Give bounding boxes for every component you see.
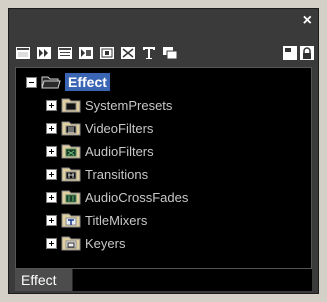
tree-node-label: AudioCrossFades: [85, 189, 189, 205]
expand-icon: [100, 47, 114, 59]
audio-crossfades-icon: [61, 190, 81, 205]
effect-tree[interactable]: Effect SystemPresets VideoFilters AudioF…: [15, 67, 312, 269]
expand-toggle[interactable]: [46, 122, 57, 134]
tree-node-label: Transitions: [85, 166, 149, 182]
tree-node-label: SystemPresets: [85, 97, 173, 113]
transitions-icon: [61, 167, 81, 182]
tree-node-titlemixers[interactable]: TitleMixers: [46, 210, 147, 230]
expand-toggle[interactable]: [46, 99, 57, 111]
tree-node-keyers[interactable]: Keyers: [46, 233, 125, 253]
expand-toggle[interactable]: [46, 214, 57, 226]
window-icon-button[interactable]: [162, 45, 178, 61]
expand-icon-button[interactable]: [99, 45, 115, 61]
view-details-icon-button[interactable]: [78, 45, 94, 61]
view-small-icon-button[interactable]: [36, 45, 52, 61]
tree-node-label: TitleMixers: [85, 212, 148, 228]
system-presets-icon: [61, 98, 81, 113]
view-large-icon: [16, 47, 30, 59]
tree-node-audiofilters[interactable]: AudioFilters: [46, 141, 154, 161]
tree-node-label: AudioFilters: [85, 143, 154, 159]
open-folder-icon: [41, 76, 61, 89]
title-icon-button[interactable]: [141, 45, 157, 61]
collapse-icon: [121, 47, 135, 59]
window-icon: [163, 47, 178, 60]
tree-node-systempresets[interactable]: SystemPresets: [46, 95, 172, 115]
tab-bar: Effect: [15, 269, 312, 291]
tree-node-label: Keyers: [85, 235, 126, 251]
toolbar: [15, 45, 314, 65]
lock-icon-button[interactable]: [299, 45, 315, 61]
tree-node-audiocrossfades[interactable]: AudioCrossFades: [46, 187, 188, 207]
view-details-icon: [79, 47, 93, 59]
title-mixers-icon: [61, 213, 81, 228]
tab-effect[interactable]: Effect: [15, 269, 73, 291]
expand-toggle[interactable]: [46, 237, 57, 249]
title-icon: [143, 47, 155, 59]
expand-toggle[interactable]: [46, 191, 57, 203]
tree-node-label: Effect: [65, 73, 110, 91]
close-button[interactable]: ×: [303, 13, 312, 29]
view-large-icon-button[interactable]: [15, 45, 31, 61]
audio-filters-icon: [61, 144, 81, 159]
keyers-icon: [61, 236, 81, 251]
tree-node-videofilters[interactable]: VideoFilters: [46, 118, 153, 138]
view-list-icon: [58, 47, 72, 59]
new-folder-icon-button[interactable]: [282, 45, 298, 61]
view-list-icon-button[interactable]: [57, 45, 73, 61]
tree-node-label: VideoFilters: [85, 120, 154, 136]
collapse-toggle[interactable]: [26, 76, 37, 88]
tree-node-effect[interactable]: Effect: [26, 72, 110, 92]
video-filters-icon: [61, 121, 81, 136]
view-small-icon: [37, 47, 51, 59]
collapse-icon-button[interactable]: [120, 45, 136, 61]
lock-icon: [300, 46, 314, 60]
tree-node-transitions[interactable]: Transitions: [46, 164, 148, 184]
expand-toggle[interactable]: [46, 168, 57, 180]
expand-toggle[interactable]: [46, 145, 57, 157]
new-folder-icon: [283, 46, 297, 60]
effect-palette-window: × Effect SystemPresets VideoFilters Audi…: [8, 8, 319, 294]
